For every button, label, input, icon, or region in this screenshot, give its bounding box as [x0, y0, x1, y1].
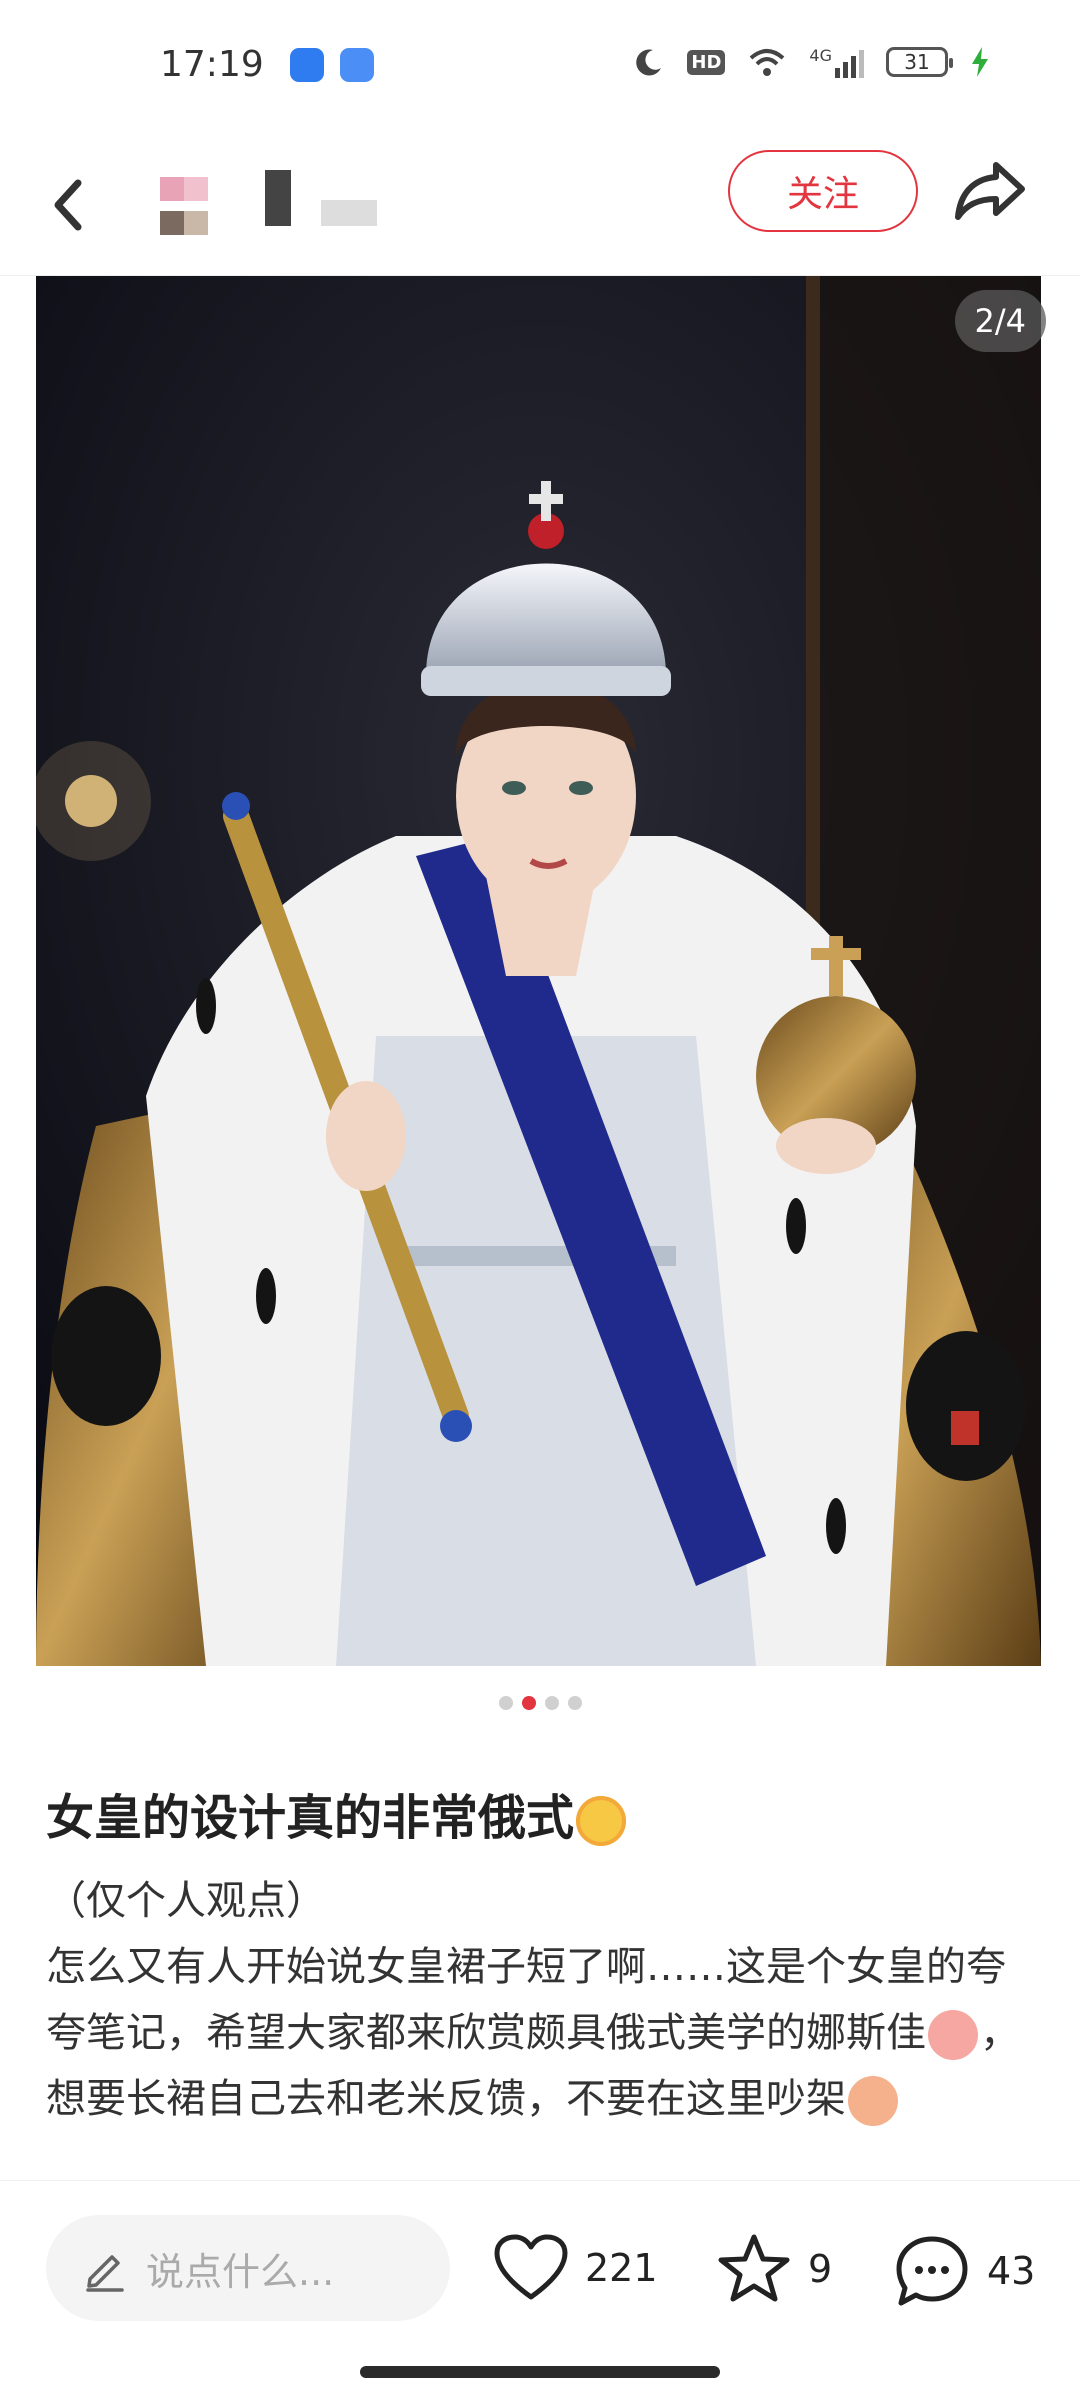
comment-placeholder: 说点什么...: [146, 2249, 335, 2294]
moon-icon: [636, 49, 662, 76]
like-count: 221: [585, 2246, 658, 2290]
comment-button[interactable]: 43: [893, 2233, 1035, 2309]
signal-bar: [859, 50, 864, 78]
post-body: （仅个人观点） 怎么又有人开始说女皇裙子短了啊……这是个女皇的夸夸笔记，希望大家…: [46, 1868, 1036, 2132]
smiling-hearts-emoji-icon: [576, 1796, 627, 1846]
comment-icon: [896, 2236, 968, 2306]
blur-block: [265, 170, 291, 226]
favorite-button[interactable]: 9: [716, 2233, 832, 2305]
post-title: 女皇的设计真的非常俄式: [46, 1778, 628, 1848]
author-avatar[interactable]: [140, 165, 250, 245]
home-indicator[interactable]: [360, 2366, 720, 2378]
carousel-dot[interactable]: [498, 1696, 513, 1710]
avatar-pixel: [184, 211, 208, 235]
share-icon[interactable]: [950, 155, 1030, 225]
status-bar: 17:19 HD 4G 31: [0, 0, 1080, 135]
avatar-pixel: [184, 177, 208, 201]
star-icon: [718, 2234, 790, 2302]
back-icon[interactable]: [40, 165, 100, 245]
like-button[interactable]: 221: [493, 2233, 658, 2303]
post-body-line: （仅个人观点）: [46, 1878, 326, 1924]
battery-indicator: 31: [886, 47, 953, 77]
carousel-dot[interactable]: [544, 1696, 559, 1710]
author-name-blurred[interactable]: [265, 170, 405, 240]
status-icons: HD 4G 31: [633, 46, 990, 78]
pen-icon: [86, 2255, 124, 2292]
post-header: 关注: [0, 135, 1080, 276]
comment-input[interactable]: 说点什么...: [46, 2215, 450, 2321]
charging-icon: [972, 47, 988, 77]
blur-block: [321, 200, 377, 226]
signal-bar: [851, 56, 856, 78]
comment-count: 43: [987, 2249, 1036, 2293]
peach-emoji-icon: [928, 2010, 978, 2060]
wifi-icon: [750, 49, 785, 76]
carousel-dot[interactable]: [567, 1696, 582, 1710]
hd-badge: HD: [687, 49, 726, 75]
carousel-dot-active[interactable]: [521, 1696, 536, 1710]
avatar-pixel: [160, 177, 184, 201]
app-notification-icon: [340, 48, 374, 82]
post-body-text: 怎么又有人开始说女皇裙子短了啊……这是个女皇的夸夸笔记，希望大家都来欣赏颇具俄式…: [46, 1944, 1006, 2056]
bottom-action-bar: 说点什么... 221 9 43: [0, 2180, 1080, 2361]
empress-illustration: [36, 276, 1041, 1666]
network-type: 4G: [809, 46, 832, 65]
status-time: 17:19: [160, 44, 264, 85]
post-body-paragraph: 怎么又有人开始说女皇裙子短了啊……这是个女皇的夸夸笔记，希望大家都来欣赏颇具俄式…: [46, 1934, 1036, 2132]
carousel-dots: [0, 1696, 1080, 1710]
avatar-pixel: [160, 211, 184, 235]
signal-bar: [835, 68, 840, 78]
peach-sad-emoji-icon: [848, 2076, 898, 2126]
post-image[interactable]: [36, 276, 1041, 1666]
app-notification-icon: [290, 48, 324, 82]
image-counter: 2/4: [954, 290, 1046, 352]
follow-button[interactable]: 关注: [728, 150, 918, 232]
favorite-count: 9: [808, 2247, 833, 2291]
heart-icon: [494, 2234, 568, 2300]
post-title-text: 女皇的设计真的非常俄式: [46, 1790, 575, 1846]
signal-bar: [843, 62, 848, 78]
signal-icon: 4G: [809, 46, 864, 78]
